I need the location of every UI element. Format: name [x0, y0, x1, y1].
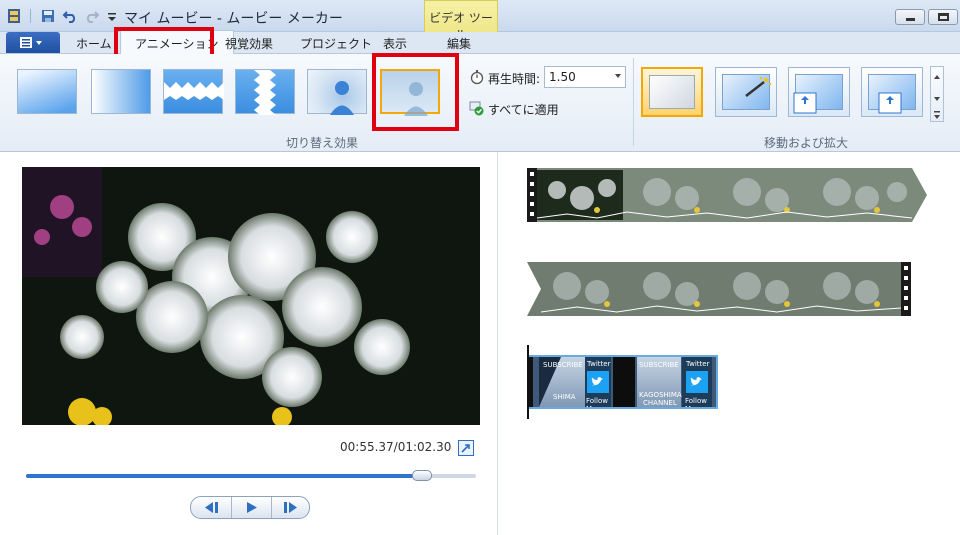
expand-icon: [461, 444, 470, 453]
follow-label-1: Follow Me: [586, 397, 608, 409]
vertical-zigzag-pattern-icon: [254, 70, 276, 115]
pan-zoom-auto-thumb[interactable]: [715, 67, 777, 117]
window-title: マイ ムービー - ムービー メーカー: [124, 11, 343, 27]
previous-frame-icon: [205, 502, 218, 513]
storyboard-clip-3[interactable]: SUBSCRIBE SHIMA Twitter Follow Me SUBSCR…: [527, 355, 718, 409]
storyboard-clip-1[interactable]: [527, 168, 927, 222]
application-menu-button[interactable]: [6, 32, 60, 53]
undo-icon[interactable]: [62, 8, 78, 24]
duration-value: 1.50: [549, 70, 576, 84]
twitter-label-2: Twitter: [686, 360, 710, 368]
duration-label: 再生時間:: [488, 72, 541, 86]
clip-2-filmstrip: [527, 262, 911, 316]
seek-thumb[interactable]: [412, 470, 432, 481]
tab-home[interactable]: ホーム: [76, 35, 112, 52]
pan-zoom-up-left-thumb[interactable]: [788, 67, 850, 117]
zoom-up-arrow-icon: [878, 92, 902, 114]
transition-fade-thumb-selected[interactable]: [380, 69, 440, 116]
subscribe-frame-1: SUBSCRIBE SHIMA: [539, 357, 585, 407]
next-frame-button[interactable]: [271, 497, 311, 518]
fullscreen-button[interactable]: [458, 440, 474, 456]
app-menu-icon: [20, 37, 42, 48]
gallery-scroll-buttons[interactable]: [930, 66, 944, 122]
follow-label-2: Follow Me: [685, 397, 707, 409]
twitter-bird-icon: [686, 371, 708, 393]
transitions-group-label: 切り替え効果: [286, 136, 359, 150]
pan-zoom-none-frame: [649, 75, 695, 109]
ribbon-tab-row: ホーム アニメーション 視覚効果 プロジェクト 表示 編集: [0, 30, 960, 55]
previous-frame-button[interactable]: [191, 497, 231, 518]
next-frame-icon: [284, 502, 297, 513]
twitter-frame-1: Twitter Follow Me: [585, 357, 611, 407]
title-bar: マイ ムービー - ムービー メーカー ビデオ ツール: [0, 0, 960, 52]
minimize-button[interactable]: [895, 9, 925, 25]
seek-bar[interactable]: [26, 474, 476, 478]
flower-preview-image: [22, 167, 480, 425]
tab-view[interactable]: 表示: [383, 35, 407, 52]
redo-icon[interactable]: [84, 8, 100, 24]
zoom-up-arrow-icon: [793, 92, 817, 114]
transition-dissolve-thumb[interactable]: [307, 69, 367, 115]
seek-progress: [26, 474, 427, 478]
pan-zoom-none-thumb[interactable]: [641, 67, 703, 117]
black-gap-frame: [613, 357, 635, 407]
duration-select[interactable]: 1.50: [544, 66, 626, 88]
playback-indicator: [527, 345, 529, 419]
playback-controls: [190, 496, 310, 519]
twitter-label-1: Twitter: [587, 360, 611, 368]
transition-none-thumb[interactable]: [17, 69, 77, 114]
transition-vertical-zigzag-thumb[interactable]: [235, 69, 295, 115]
stopwatch-icon: [470, 70, 484, 85]
twitter-frame-2: Twitter Follow Me: [682, 357, 712, 407]
twitter-bird-icon: [587, 371, 609, 393]
quick-access-separator: [30, 9, 31, 23]
tab-animation[interactable]: アニメーション: [120, 30, 234, 55]
tab-edit[interactable]: 編集: [447, 35, 471, 52]
transition-crossfade-thumb[interactable]: [91, 69, 151, 114]
play-button[interactable]: [231, 497, 271, 518]
clip-3-edge: [529, 357, 533, 407]
tab-visual-effects[interactable]: 視覚効果: [225, 35, 273, 52]
pan-zoom-group-label: 移動および拡大: [764, 136, 849, 150]
subscribe-label-1: SUBSCRIBE: [543, 361, 583, 369]
pan-zoom-up-right-thumb[interactable]: [861, 67, 923, 117]
subscribe-label-2: SUBSCRIBE: [639, 361, 679, 369]
movie-maker-app-icon[interactable]: [6, 8, 22, 24]
clip-1-filmstrip: [527, 168, 927, 222]
faded-person-icon: [404, 82, 428, 116]
gallery-scroll-icon: [934, 75, 940, 119]
zigzag-pattern-icon: [164, 82, 224, 100]
maximize-button[interactable]: [928, 9, 958, 25]
channel-label: CHANNEL: [643, 399, 677, 407]
video-preview[interactable]: [22, 167, 480, 425]
ribbon-animation: 切り替え効果 再生時間: 1.50 すべてに適用 移動および拡大: [0, 53, 960, 152]
save-icon[interactable]: [40, 8, 56, 24]
transition-zigzag-thumb[interactable]: [163, 69, 224, 114]
storyboard-clip-2[interactable]: [527, 262, 911, 316]
person-silhouette-icon: [330, 81, 354, 115]
kagoshima-label: KAGOSHIMA: [639, 391, 682, 399]
tab-project[interactable]: プロジェクト: [300, 35, 372, 52]
chevron-down-icon: [615, 74, 621, 78]
apply-all-icon: [469, 101, 484, 116]
subscribe-frame-2: SUBSCRIBE KAGOSHIMA CHANNEL: [637, 357, 682, 407]
play-icon: [247, 502, 257, 513]
shima-label: SHIMA: [553, 393, 576, 401]
apply-to-all-button[interactable]: すべてに適用: [488, 101, 559, 118]
ribbon-group-separator: [633, 58, 634, 146]
playback-time: 00:55.37/01:02.30: [340, 440, 452, 454]
customize-quick-access-icon[interactable]: [104, 8, 120, 24]
panel-divider: [497, 152, 498, 535]
magic-wand-icon: [745, 76, 772, 97]
